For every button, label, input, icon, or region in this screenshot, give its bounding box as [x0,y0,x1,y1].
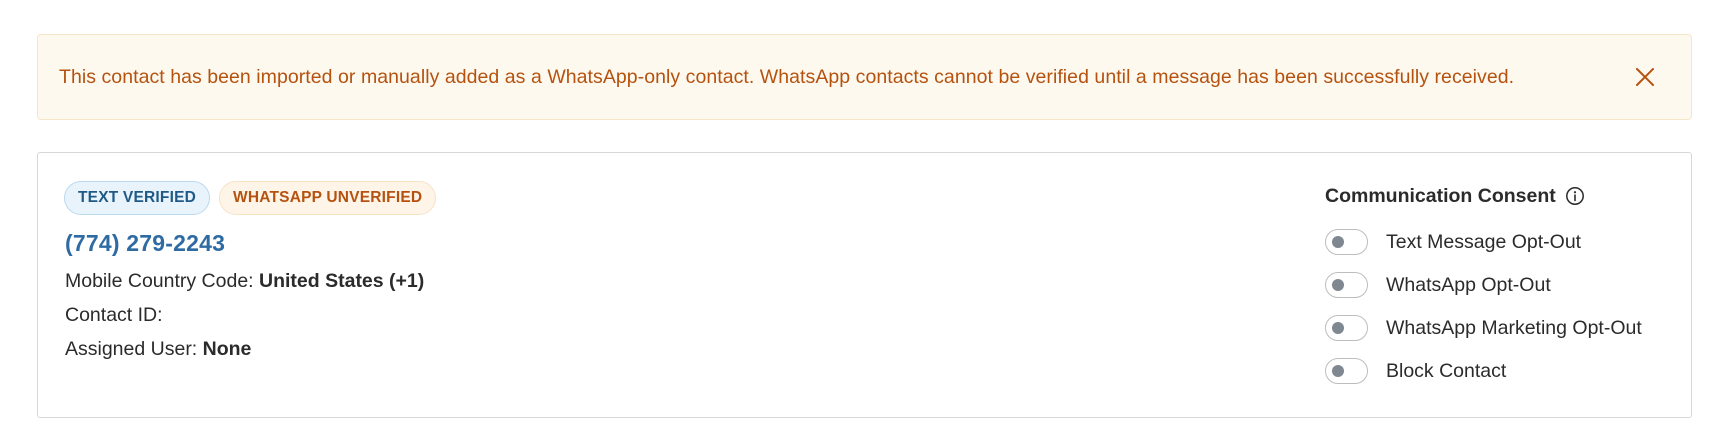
whatsapp-unverified-badge: WHATSAPP UNVERIFIED [219,181,437,215]
text-message-opt-out-toggle[interactable] [1325,229,1368,255]
contact-id-row: Contact ID: [65,304,163,327]
communication-consent-panel: Communication Consent Text Message Opt-O… [1325,181,1665,384]
mobile-country-code-value: United States (+1) [259,270,425,292]
close-alert-button[interactable] [1631,63,1659,91]
info-icon[interactable] [1565,186,1585,206]
consent-title: Communication Consent [1325,184,1556,207]
contact-details-card: TEXT VERIFIED WHATSAPP UNVERIFIED (774) … [37,152,1692,418]
mobile-country-code-label: Mobile Country Code: [65,270,254,292]
whatsapp-only-alert: This contact has been imported or manual… [37,34,1692,120]
alert-message: This contact has been imported or manual… [59,65,1515,88]
toggle-knob [1332,322,1344,334]
assigned-user-label: Assigned User: [65,338,198,360]
toggle-knob [1332,236,1344,248]
whatsapp-opt-out-row: WhatsApp Opt-Out [1325,270,1551,300]
text-message-opt-out-label: Text Message Opt-Out [1386,230,1582,253]
whatsapp-marketing-opt-out-label: WhatsApp Marketing Opt-Out [1386,316,1642,339]
text-message-opt-out-row: Text Message Opt-Out [1325,227,1581,257]
whatsapp-opt-out-toggle[interactable] [1325,272,1368,298]
whatsapp-marketing-opt-out-toggle[interactable] [1325,315,1368,341]
assigned-user-row: Assigned User: None [65,338,251,361]
close-icon [1636,68,1654,86]
phone-number: (774) 279-2243 [65,230,226,256]
mobile-country-code-row: Mobile Country Code: United States (+1) [65,270,424,293]
toggle-knob [1332,279,1344,291]
block-contact-label: Block Contact [1386,359,1507,382]
block-contact-toggle[interactable] [1325,358,1368,384]
contact-id-label: Contact ID: [65,304,163,326]
whatsapp-opt-out-label: WhatsApp Opt-Out [1386,273,1551,296]
block-contact-row: Block Contact [1325,356,1506,386]
whatsapp-marketing-opt-out-row: WhatsApp Marketing Opt-Out [1325,313,1642,343]
text-verified-badge: TEXT VERIFIED [64,181,211,215]
assigned-user-value: None [202,338,252,360]
toggle-knob [1332,365,1344,377]
verification-badges: TEXT VERIFIED WHATSAPP UNVERIFIED [64,181,437,215]
consent-heading: Communication Consent [1325,181,1665,211]
